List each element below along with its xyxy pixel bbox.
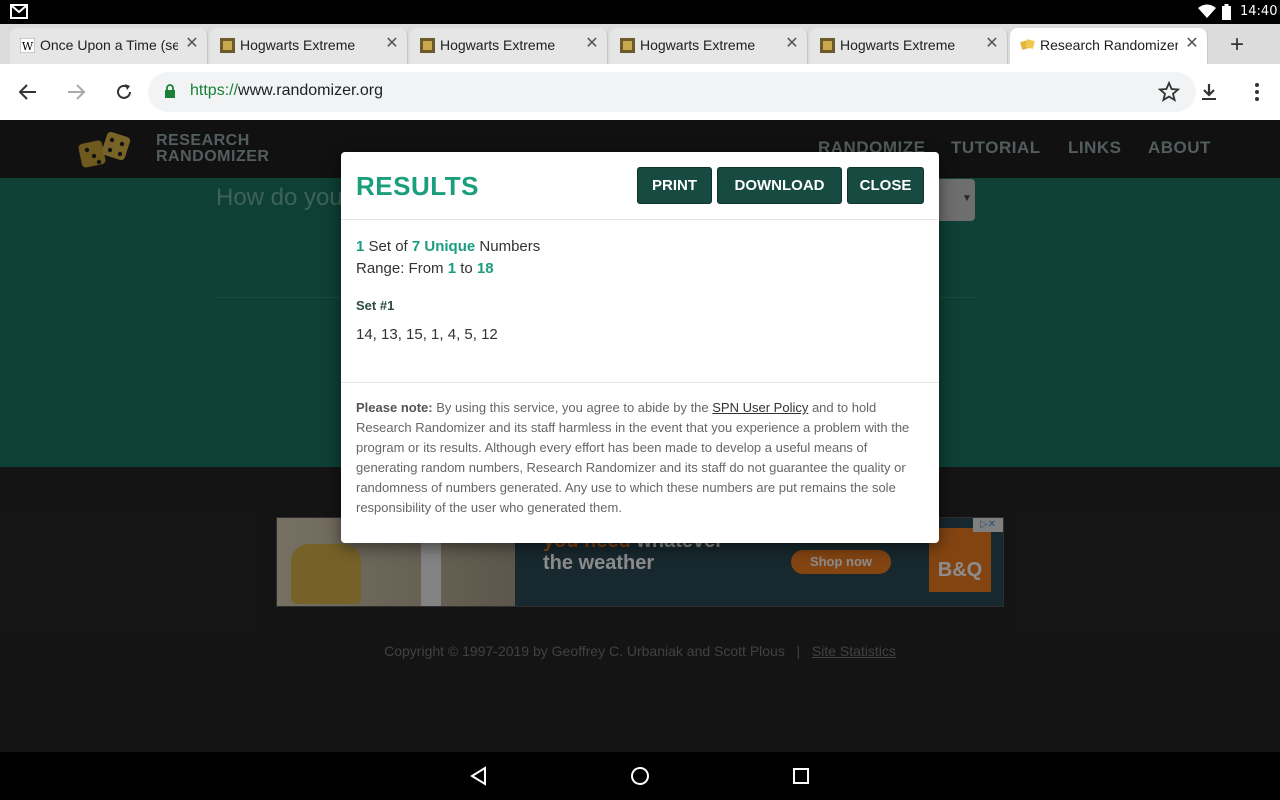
browser-tab-active[interactable]: Research Randomizer ✕ (1010, 28, 1208, 64)
browser-toolbar: https://www.randomizer.org (0, 64, 1280, 120)
wifi-icon (1198, 4, 1216, 18)
note-text: By using this service, you agree to abid… (432, 400, 713, 415)
download-icon (1202, 84, 1216, 100)
address-bar[interactable]: https://www.randomizer.org (148, 72, 1196, 112)
reload-icon (117, 84, 131, 99)
hogwarts-favicon-icon (420, 38, 435, 53)
back-button[interactable] (12, 76, 44, 108)
svg-text:W: W (22, 40, 34, 53)
summary-text: Numbers (475, 238, 541, 255)
url-scheme: https:// (190, 82, 239, 99)
battery-icon (1222, 4, 1231, 20)
summary-line: 1 Set of 7 Unique Numbers (356, 236, 924, 258)
set-values: 14, 13, 15, 1, 4, 5, 12 (356, 326, 498, 343)
nav-recents-icon[interactable] (789, 764, 813, 788)
note-text: and to hold Research Randomizer and its … (356, 400, 910, 515)
set-label: Set #1 (356, 298, 395, 313)
unique-label: Unique (424, 238, 476, 255)
status-time: 14:40 (1240, 4, 1278, 19)
usage-note: Please note: By using this service, you … (356, 398, 924, 518)
tab-close-icon[interactable]: ✕ (782, 34, 802, 54)
tab-title: Hogwarts Extreme (240, 37, 356, 53)
reload-button[interactable] (108, 76, 140, 108)
note-label: Please note: (356, 400, 433, 415)
arrow-left-icon (18, 84, 36, 100)
tab-close-icon[interactable]: ✕ (582, 34, 602, 54)
wikipedia-favicon-icon: W (20, 38, 35, 53)
close-button[interactable]: CLOSE (847, 167, 924, 204)
range-text: to (456, 260, 477, 277)
range-to: 18 (476, 260, 494, 277)
star-icon (1158, 81, 1180, 102)
url-host: www.randomizer.org (238, 82, 383, 99)
hogwarts-favicon-icon (620, 38, 635, 53)
browser-tab[interactable]: Hogwarts Extreme ✕ (210, 28, 408, 64)
tab-close-icon[interactable]: ✕ (1182, 34, 1202, 54)
tab-title: Once Upon a Time (se (40, 37, 178, 53)
lock-icon (165, 84, 175, 98)
range-line: Range: From 1 to 18 (356, 258, 924, 280)
menu-button[interactable] (1241, 76, 1273, 108)
tab-title: Hogwarts Extreme (440, 37, 556, 53)
spn-user-policy-link[interactable]: SPN User Policy (712, 400, 808, 415)
modal-header: RESULTS PRINT DOWNLOAD CLOSE (341, 152, 939, 220)
number-count: 7 (411, 238, 421, 255)
modal-divider (341, 382, 939, 383)
summary-text: Set of (364, 238, 412, 255)
results-modal: RESULTS PRINT DOWNLOAD CLOSE 1 Set of 7 … (341, 152, 939, 543)
modal-title: RESULTS (356, 171, 479, 201)
nav-back-icon[interactable] (467, 764, 491, 788)
status-bar: 14:40 (0, 0, 1280, 24)
tab-title: Hogwarts Extreme (840, 37, 956, 53)
browser-tab[interactable]: Hogwarts Extreme ✕ (610, 28, 808, 64)
modal-body: 1 Set of 7 Unique Numbers Range: From 1 … (356, 236, 924, 366)
hogwarts-favicon-icon (820, 38, 835, 53)
range-from: 1 (447, 260, 457, 277)
tab-title: Hogwarts Extreme (640, 37, 756, 53)
more-vert-icon (1255, 83, 1259, 101)
tab-close-icon[interactable]: ✕ (182, 34, 202, 54)
download-button[interactable]: DOWNLOAD (717, 167, 842, 204)
new-tab-icon[interactable]: + (1222, 30, 1252, 60)
tab-strip: W Once Upon a Time (se ✕ Hogwarts Extrem… (0, 24, 1280, 64)
web-page: RESEARCH RANDOMIZER RANDOMIZE TUTORIAL L… (0, 120, 1280, 752)
browser-tab[interactable]: W Once Upon a Time (se ✕ (10, 28, 208, 64)
browser-tab[interactable]: Hogwarts Extreme ✕ (410, 28, 608, 64)
download-page-button[interactable] (1193, 76, 1225, 108)
tab-close-icon[interactable]: ✕ (382, 34, 402, 54)
print-button[interactable]: PRINT (637, 167, 712, 204)
android-nav-bar (0, 752, 1280, 800)
forward-button[interactable] (60, 76, 92, 108)
tab-close-icon[interactable]: ✕ (982, 34, 1002, 54)
tab-title: Research Randomizer (1040, 37, 1178, 53)
browser-tab[interactable]: Hogwarts Extreme ✕ (810, 28, 1008, 64)
bookmark-button[interactable] (1153, 76, 1185, 108)
hogwarts-favicon-icon (220, 38, 235, 53)
url-text: https://www.randomizer.org (190, 82, 383, 100)
dice-favicon-icon (1020, 39, 1035, 50)
gmail-notification-icon (10, 4, 28, 19)
arrow-right-icon (68, 84, 86, 100)
nav-home-icon[interactable] (628, 764, 652, 788)
range-text: Range: From (356, 260, 448, 277)
